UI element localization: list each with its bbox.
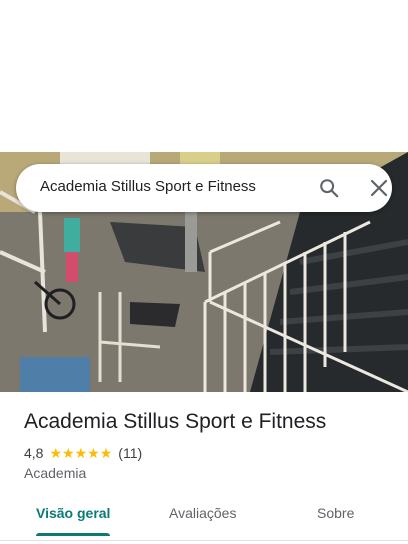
star-icon: ★ [49, 445, 63, 461]
place-category: Academia [24, 465, 87, 481]
blue-equipment [20, 357, 90, 392]
active-tab-indicator [36, 533, 110, 536]
tab-about[interactable]: Sobre [317, 505, 354, 521]
close-icon[interactable] [370, 179, 388, 197]
star-icon: ★ [74, 445, 88, 461]
search-bar[interactable]: Academia Stillus Sport e Fitness [16, 164, 392, 212]
search-icon[interactable] [318, 177, 340, 199]
star-rating: ★ ★ ★ ★ ★ [49, 446, 112, 460]
tab-overview[interactable]: Visão geral [36, 505, 110, 521]
blank-area [0, 0, 408, 152]
divider [0, 540, 408, 541]
star-icon: ★ [87, 445, 100, 461]
star-icon: ★ [99, 445, 113, 461]
search-input[interactable]: Academia Stillus Sport e Fitness [40, 178, 256, 195]
review-count[interactable]: (11) [118, 445, 142, 461]
star-icon: ★ [62, 445, 75, 461]
weight-bench [130, 302, 180, 327]
place-title: Academia Stillus Sport e Fitness [24, 410, 327, 433]
rating-value: 4,8 [24, 445, 44, 461]
person [64, 218, 80, 252]
rating-row[interactable]: 4,8 ★ ★ ★ ★ ★ (11) [24, 444, 142, 462]
tab-reviews[interactable]: Avaliações [169, 505, 236, 521]
tab-bar: Visão geral Avaliações Sobre [0, 496, 408, 536]
